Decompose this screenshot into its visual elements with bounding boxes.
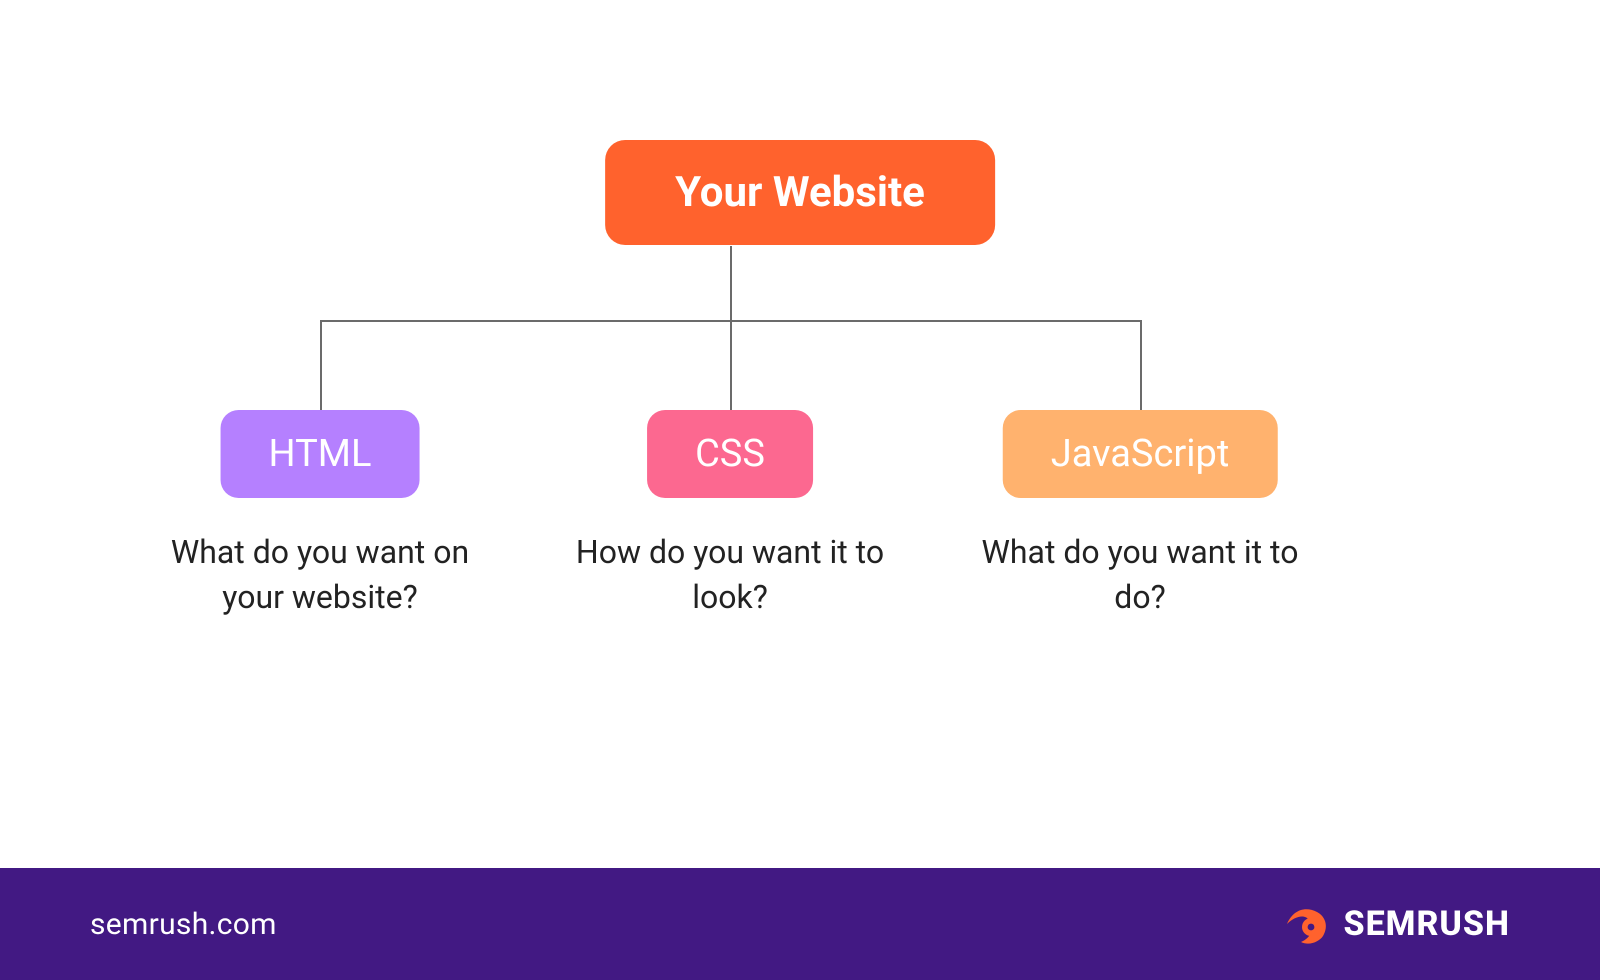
diagram-canvas: Your Website HTML CSS JavaScript What do… [0,0,1600,980]
footer-url: semrush.com [90,907,277,942]
child-node-js: JavaScript [1003,410,1278,498]
connector-line [730,246,732,320]
connector-line [1140,320,1142,410]
connector-line [320,320,322,410]
child-node-css: CSS [647,410,813,498]
connector-line [730,320,732,410]
caption-html: What do you want on your website? [155,530,485,620]
caption-css: How do you want it to look? [565,530,895,620]
caption-js: What do you want it to do? [975,530,1305,620]
root-node: Your Website [605,140,995,245]
brand-logo: SEMRUSH [1281,900,1510,948]
footer-bar: semrush.com SEMRUSH [0,868,1600,980]
brand-name: SEMRUSH [1343,904,1510,944]
fireball-icon [1281,900,1329,948]
child-node-html: HTML [221,410,420,498]
